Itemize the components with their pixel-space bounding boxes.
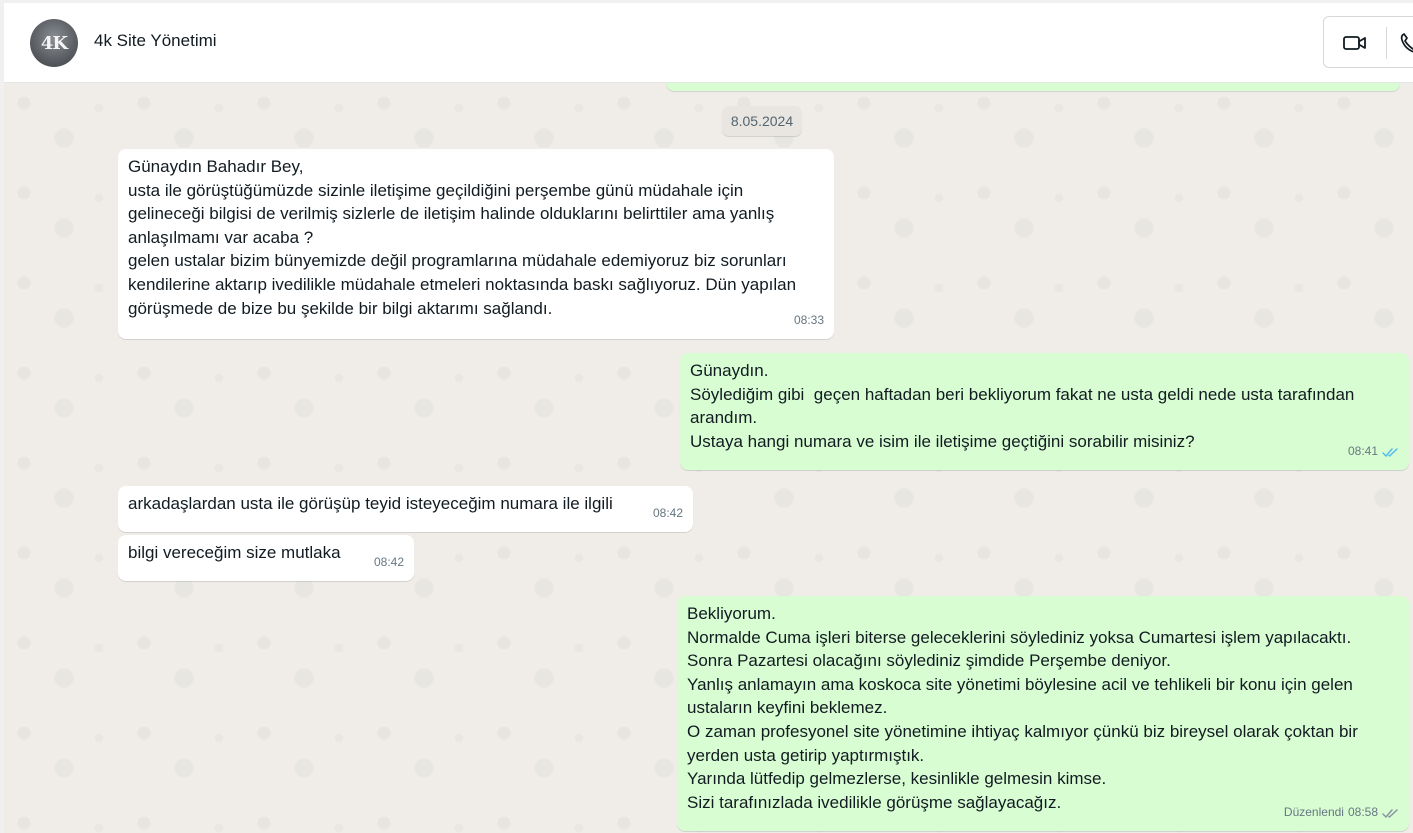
message-text-line: arandım. — [690, 408, 758, 428]
read-double-check-icon — [1382, 447, 1398, 457]
call-divider — [1386, 27, 1387, 59]
message-text-line: Söylediğim gibi geçen haftadan beri bekl… — [690, 384, 1355, 404]
message-text-line: görüşmede de bize bu şekilde bir bilgi a… — [128, 298, 553, 318]
contact-avatar[interactable]: 4K — [30, 19, 78, 67]
message-text-line: yerden usta getirip yaptırmıştık. — [687, 745, 925, 765]
message-time: 08:42 — [652, 506, 683, 521]
message-text-line: anlaşılmamı var acaba ? — [128, 227, 314, 247]
message-text-line: Normalde Cuma işleri biterse gelecekleri… — [687, 627, 1352, 647]
message-meta: 08:42 — [374, 551, 404, 575]
avatar-monogram: 4K — [40, 32, 68, 54]
message-bubble-incoming[interactable]: bilgi vereceğim size mutlaka 08:42 — [118, 535, 414, 581]
message-text-line: kendilerine aktarıp ivedilikle müdahale … — [128, 274, 797, 294]
message-bubble-outgoing[interactable]: Bekliyorum. Normalde Cuma işleri biterse… — [677, 596, 1409, 831]
chat-header: 4K 4k Site Yönetimi — [4, 3, 1413, 83]
message-meta: Düzenlendi 08:58 — [1284, 801, 1399, 825]
message-time: 08:58 — [1347, 805, 1378, 820]
message-bubble-incoming[interactable]: Günaydın Bahadır Bey, usta ile görüştüğü… — [118, 149, 834, 339]
message-text-line: Günaydın Bahadır Bey, — [128, 157, 304, 176]
previous-message-bubble — [666, 83, 1400, 91]
date-separator: 8.05.2024 — [722, 106, 802, 136]
message-text-line: Sonra Pazartesi olacağını söylediniz şim… — [687, 651, 1171, 671]
edited-label: Düzenlendi — [1283, 805, 1344, 820]
message-text-line: usta ile görüştüğümüzde sizinle iletişim… — [128, 180, 744, 200]
message-text-line: gelineceği bilgisi de verilmiş sizlerle … — [128, 204, 775, 224]
message-text-line: gelen ustalar bizim bünyemizde değil pro… — [128, 251, 787, 271]
chat-window: 4K 4k Site Yönetimi 8.05.2024 Günaydın B… — [0, 0, 1413, 833]
video-call-button[interactable] — [1341, 29, 1369, 57]
message-time: 08:41 — [1347, 444, 1378, 459]
video-camera-icon — [1343, 36, 1366, 50]
message-text-line: Günaydın. — [690, 361, 769, 380]
message-meta: 08:42 — [653, 502, 683, 526]
voice-call-button[interactable] — [1396, 29, 1413, 57]
call-controls — [1323, 16, 1413, 68]
message-bubble-outgoing[interactable]: Günaydın. Söylediğim gibi geçen haftadan… — [680, 353, 1409, 470]
message-meta: 08:41 — [1348, 440, 1399, 464]
message-list[interactable]: 8.05.2024 Günaydın Bahadır Bey, usta ile… — [4, 83, 1413, 833]
message-text-line: Bekliyorum. — [687, 604, 776, 623]
contact-name[interactable]: 4k Site Yönetimi — [94, 31, 217, 51]
message-text-line: ustaların keyfini beklemez. — [687, 698, 888, 718]
message-text-line: arkadaşlardan usta ile görüşüp teyid ist… — [128, 494, 613, 513]
message-time: 08:42 — [373, 555, 404, 570]
delivered-double-check-icon — [1382, 808, 1398, 818]
message-text-line: Yanlış anlamayın ama koskoca site yöneti… — [687, 674, 1353, 694]
message-text-line: O zaman profesyonel site yönetimine ihti… — [687, 721, 1358, 741]
message-meta: 08:33 — [794, 309, 824, 333]
phone-icon — [1400, 33, 1413, 53]
message-text-line: bilgi vereceğim size mutlaka — [128, 543, 341, 562]
message-text-line: Yarında lütfedip gelmezlerse, kesinlikle… — [687, 769, 1107, 789]
message-text-line: Ustaya hangi numara ve isim ile iletişim… — [690, 431, 1195, 451]
message-time: 08:33 — [793, 313, 824, 328]
message-bubble-incoming[interactable]: arkadaşlardan usta ile görüşüp teyid ist… — [118, 486, 693, 532]
